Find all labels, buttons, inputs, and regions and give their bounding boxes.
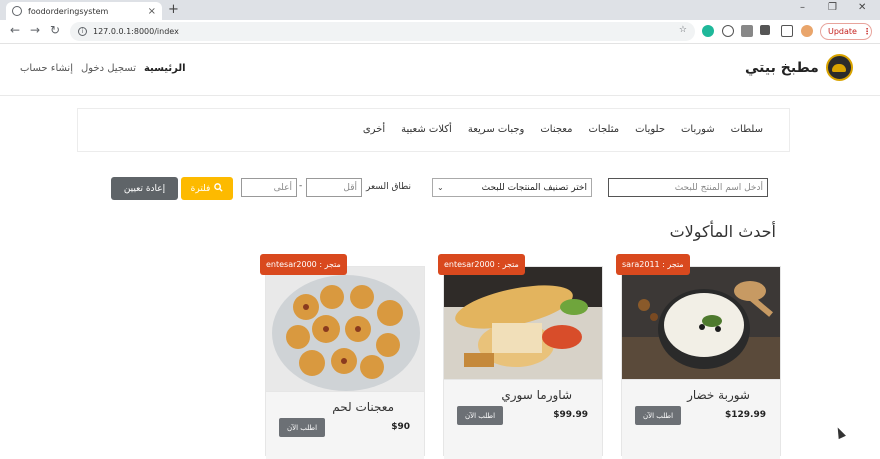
account-icon[interactable] xyxy=(722,25,734,37)
more-icon: ⋮ xyxy=(862,27,871,36)
window-close-icon[interactable]: ✕ xyxy=(858,2,866,13)
category-bar: سلطات شوربات حلويات مثلجات معجنات وجبات … xyxy=(77,108,790,152)
product-price: $99.99 xyxy=(553,410,588,420)
logo-icon xyxy=(825,54,853,81)
store-badge[interactable]: متجر : entesar2000 xyxy=(438,254,525,275)
address-bar[interactable]: i 127.0.0.1:8000/index ☆ xyxy=(70,22,695,41)
section-title: أحدث المأكولات xyxy=(669,222,776,241)
url-text: 127.0.0.1:8000/index xyxy=(93,27,179,36)
info-icon[interactable]: i xyxy=(78,27,87,36)
puzzle-icon[interactable] xyxy=(760,25,770,35)
product-card[interactable]: معجنات لحم $90 اطلب الآن xyxy=(265,266,425,459)
browser-tabstrip: foodorderingsystem × + – ❐ ✕ xyxy=(0,0,880,20)
category-item[interactable]: سلطات xyxy=(731,124,763,135)
category-select[interactable]: اختر تصنيف المنتجات للبحث ⌄ xyxy=(432,178,592,197)
category-item[interactable]: مثلجات xyxy=(589,124,620,135)
category-item[interactable]: وجبات سريعة xyxy=(468,124,525,135)
tab-close-icon[interactable]: × xyxy=(148,6,156,17)
category-list: سلطات شوربات حلويات مثلجات معجنات وجبات … xyxy=(363,124,763,135)
mouse-cursor-icon xyxy=(834,425,846,440)
search-input[interactable]: أدخل اسم المنتج للبحث xyxy=(608,178,768,197)
search-placeholder: أدخل اسم المنتج للبحث xyxy=(674,182,763,193)
nav-signup[interactable]: إنشاء حساب xyxy=(20,63,73,74)
product-card[interactable]: شاورما سوري $99.99 اطلب الآن xyxy=(443,266,603,459)
browser-tab[interactable]: foodorderingsystem × xyxy=(6,2,162,20)
brand-link[interactable]: مطبخ بيتي xyxy=(745,54,853,81)
category-item[interactable]: أخرى xyxy=(363,124,385,135)
order-button[interactable]: اطلب الآن xyxy=(279,418,325,437)
product-name: شوربة خضار xyxy=(687,388,750,402)
chevron-down-icon: ⌄ xyxy=(437,183,444,192)
tab-title: foodorderingsystem xyxy=(28,6,109,16)
product-body: معجنات لحم $90 اطلب الآن xyxy=(266,391,424,459)
product-name: معجنات لحم xyxy=(332,400,394,414)
category-item[interactable]: أكلات شعبية xyxy=(401,124,452,135)
filter-button[interactable]: فلترة xyxy=(181,177,233,200)
nav-home[interactable]: الرئيسية xyxy=(144,63,186,74)
globe-icon xyxy=(12,6,22,16)
restore-icon[interactable]: ❐ xyxy=(828,2,837,13)
store-badge[interactable]: متجر : sara2011 xyxy=(616,254,690,275)
product-image xyxy=(266,267,424,391)
order-button[interactable]: اطلب الآن xyxy=(457,406,503,425)
camera-icon[interactable] xyxy=(741,25,753,37)
browser-toolbar: ← → ↻ i 127.0.0.1:8000/index ☆ Update ⋮ xyxy=(0,20,880,44)
category-item[interactable]: حلويات xyxy=(635,124,665,135)
top-nav: الرئيسية تسجيل دخول إنشاء حساب xyxy=(20,63,186,74)
min-price-input[interactable]: أقل xyxy=(306,178,362,197)
reload-icon[interactable]: ↻ xyxy=(50,23,60,37)
category-select-value: اختر تصنيف المنتجات للبحث xyxy=(481,182,587,193)
forward-icon[interactable]: → xyxy=(30,23,40,37)
min-placeholder: أقل xyxy=(343,182,357,193)
price-range-label: نطاق السعر xyxy=(366,182,412,192)
update-label: Update xyxy=(828,27,857,36)
reset-button[interactable]: إعادة تعيين xyxy=(111,177,178,200)
product-image xyxy=(444,267,602,379)
brand-name: مطبخ بيتي xyxy=(745,59,819,76)
profile-avatar[interactable] xyxy=(801,25,813,37)
nav-login[interactable]: تسجيل دخول xyxy=(81,63,136,74)
category-item[interactable]: معجنات xyxy=(540,124,572,135)
update-button[interactable]: Update ⋮ xyxy=(820,23,872,40)
extension-icon[interactable] xyxy=(702,25,714,37)
site-header: مطبخ بيتي الرئيسية تسجيل دخول إنشاء حساب xyxy=(0,44,880,96)
filter-bar: أدخل اسم المنتج للبحث اختر تصنيف المنتجا… xyxy=(0,176,880,202)
product-price: $90 xyxy=(391,422,410,432)
reset-label: إعادة تعيين xyxy=(123,183,166,194)
new-tab-button[interactable]: + xyxy=(168,2,179,17)
product-card[interactable]: شوربة خضار $129.99 اطلب الآن xyxy=(621,266,781,459)
product-name: شاورما سوري xyxy=(501,388,572,402)
bookmark-star-icon[interactable]: ☆ xyxy=(679,25,687,35)
product-price: $129.99 xyxy=(725,410,766,420)
filter-label: فلترة xyxy=(190,183,211,194)
max-placeholder: أعلى xyxy=(273,182,292,193)
minimize-icon[interactable]: – xyxy=(800,2,805,13)
product-body: شاورما سوري $99.99 اطلب الآن xyxy=(444,379,602,459)
product-image xyxy=(622,267,780,379)
category-item[interactable]: شوربات xyxy=(681,124,715,135)
max-price-input[interactable]: أعلى xyxy=(241,178,297,197)
back-icon[interactable]: ← xyxy=(10,23,20,37)
store-badge[interactable]: متجر : entesar2000 xyxy=(260,254,347,275)
product-body: شوربة خضار $129.99 اطلب الآن xyxy=(622,379,780,459)
sidepanel-icon[interactable] xyxy=(781,25,793,37)
range-dash: - xyxy=(299,181,303,191)
order-button[interactable]: اطلب الآن xyxy=(635,406,681,425)
search-icon xyxy=(214,182,223,195)
